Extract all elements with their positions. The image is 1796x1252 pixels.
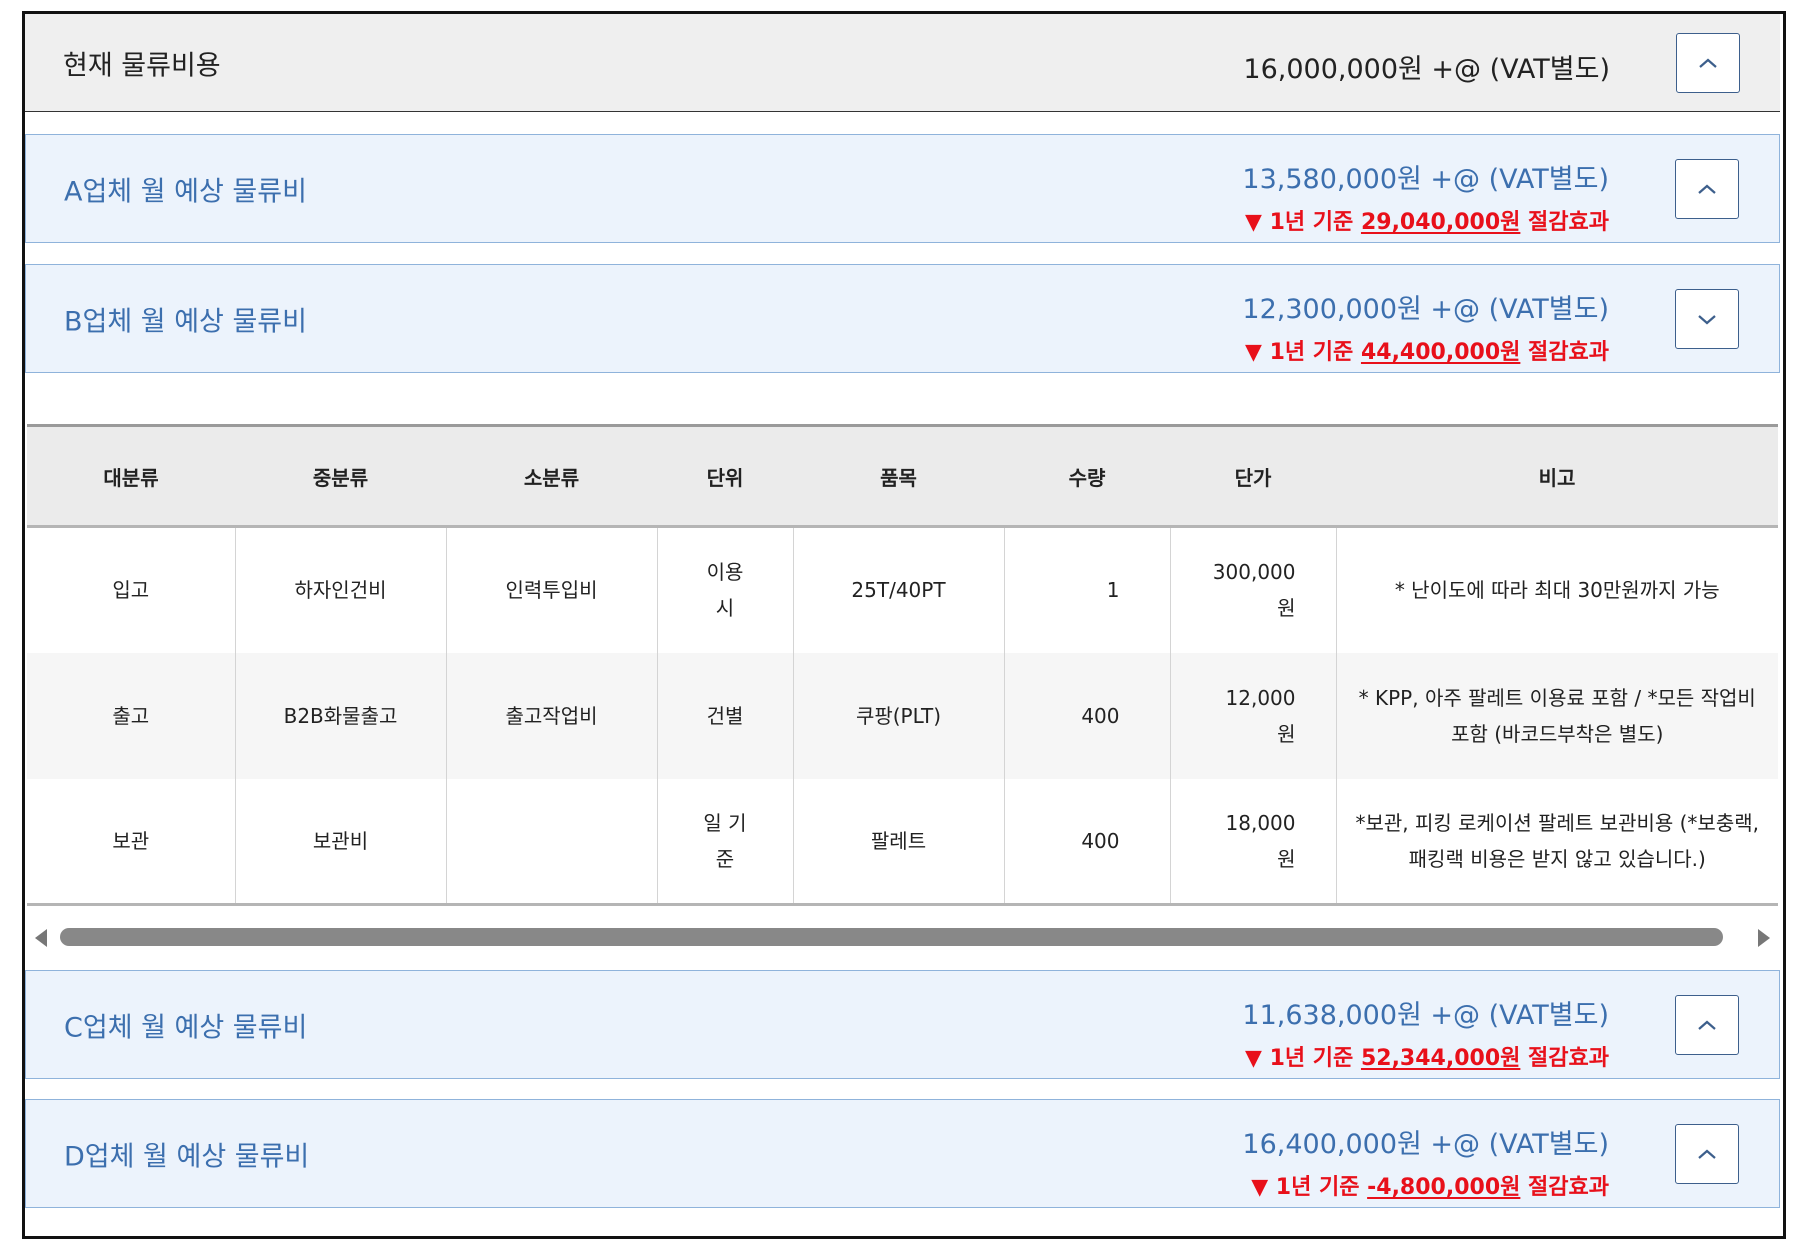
cell-major-category: 입고 — [27, 526, 236, 653]
column-header-major-category: 대분류 — [27, 425, 235, 528]
column-header-mid-category: 중분류 — [235, 425, 446, 528]
vendor-d-price: 16,400,000원 +@ (VAT별도) — [1242, 1129, 1609, 1160]
chevron-up-icon — [1699, 58, 1717, 68]
chevron-up-icon — [1698, 1020, 1716, 1030]
vendor-c-toggle-button[interactable] — [1675, 994, 1739, 1055]
cell-minor-category: 인력투입비 — [446, 526, 658, 653]
scroll-right-arrow-icon[interactable] — [1758, 929, 1770, 947]
chevron-up-icon — [1698, 184, 1716, 194]
column-header-item: 품목 — [793, 425, 1004, 528]
vendor-a-price-block: 13,580,000원 +@ (VAT별도) ▼ 1년 기준 29,040,00… — [1242, 157, 1609, 236]
cell-unit: 건별 — [657, 652, 794, 779]
vendor-b-toggle-button[interactable] — [1675, 288, 1739, 349]
vendor-c-title: C업체 월 예상 물류비 — [64, 1012, 308, 1043]
vendor-c-price-block: 11,638,000원 +@ (VAT별도) ▼ 1년 기준 52,344,00… — [1242, 993, 1609, 1072]
vendor-c-saving: ▼ 1년 기준 52,344,000원 절감효과 — [1242, 1040, 1609, 1072]
cell-unit: 이용시 — [657, 526, 794, 653]
vendor-d-toggle-button[interactable] — [1675, 1123, 1739, 1184]
vendor-d-panel[interactable]: D업체 월 예상 물류비 16,400,000원 +@ (VAT별도) ▼ 1년… — [25, 1099, 1780, 1208]
cell-minor-category: 출고작업비 — [446, 652, 658, 779]
saving-amount: 44,400,000원 — [1360, 340, 1521, 365]
saving-amount: -4,800,000원 — [1367, 1175, 1521, 1200]
cell-unit: 일 기준 — [657, 778, 794, 906]
cell-unit-price: 300,000원 — [1170, 526, 1337, 653]
table-row: 보관 보관비 일 기준 팔레트 400 18,000원 *보관, 피킹 로케이션… — [27, 778, 1778, 906]
vendor-d-title: D업체 월 예상 물류비 — [64, 1141, 310, 1172]
vendor-b-panel[interactable]: B업체 월 예상 물류비 12,300,000원 +@ (VAT별도) ▼ 1년… — [25, 264, 1780, 373]
cell-remarks: *보관, 피킹 로케이션 팔레트 보관비용 (*보충랙, 패킹랙 비용은 받지 … — [1336, 778, 1778, 906]
table-row: 출고 B2B화물출고 출고작업비 건별 쿠팡(PLT) 400 12,000원 … — [27, 652, 1778, 779]
saving-prefix: ▼ 1년 기준 — [1245, 1046, 1361, 1071]
current-cost-price: 16,000,000원 +@ (VAT별도) — [1243, 54, 1610, 85]
cell-remarks: * KPP, 아주 팔레트 이용료 포함 / *모든 작업비 포함 (바코드부착… — [1358, 685, 1756, 746]
cell-mid-category: B2B화물출고 — [235, 652, 447, 779]
cell-major-category: 보관 — [27, 778, 236, 906]
vendor-a-price: 13,580,000원 +@ (VAT별도) — [1242, 164, 1609, 195]
vendor-b-saving: ▼ 1년 기준 44,400,000원 절감효과 — [1242, 334, 1609, 366]
current-cost-toggle-button[interactable] — [1676, 32, 1740, 93]
saving-amount: 29,040,000원 — [1360, 210, 1521, 235]
current-cost-title: 현재 물류비용 — [63, 50, 221, 81]
current-cost-price-block: 16,000,000원 +@ (VAT별도) — [1243, 47, 1610, 86]
vendor-d-price-block: 16,400,000원 +@ (VAT별도) ▼ 1년 기준 -4,800,00… — [1242, 1122, 1609, 1201]
vendor-a-toggle-button[interactable] — [1675, 158, 1739, 219]
vendor-b-price: 12,300,000원 +@ (VAT별도) — [1242, 294, 1609, 325]
saving-suffix: 절감효과 — [1520, 1046, 1609, 1071]
saving-prefix: ▼ 1년 기준 — [1245, 210, 1361, 235]
vendor-b-detail-region: 대분류 중분류 소분류 단위 품목 수량 단가 비고 입고 하자인건비 인력투입… — [25, 424, 1780, 960]
cost-comparison-container: 현재 물류비용 16,000,000원 +@ (VAT별도) A업체 월 예상 … — [22, 11, 1786, 1239]
vendor-b-title: B업체 월 예상 물류비 — [64, 306, 307, 337]
current-cost-panel: 현재 물류비용 16,000,000원 +@ (VAT별도) — [25, 14, 1780, 112]
table-row: 입고 하자인건비 인력투입비 이용시 25T/40PT 1 300,000원 *… — [27, 526, 1778, 653]
vendor-c-panel[interactable]: C업체 월 예상 물류비 11,638,000원 +@ (VAT별도) ▼ 1년… — [25, 970, 1780, 1079]
cell-unit-price: 12,000원 — [1170, 652, 1337, 779]
cell-mid-category: 하자인건비 — [235, 526, 447, 653]
column-header-remarks: 비고 — [1336, 425, 1778, 528]
cell-quantity: 400 — [1004, 778, 1171, 906]
saving-suffix: 절감효과 — [1520, 210, 1609, 235]
vendor-a-panel[interactable]: A업체 월 예상 물류비 13,580,000원 +@ (VAT별도) ▼ 1년… — [25, 134, 1780, 243]
cell-quantity: 1 — [1004, 526, 1171, 653]
saving-amount: 52,344,000원 — [1360, 1046, 1521, 1071]
scroll-left-arrow-icon[interactable] — [35, 929, 47, 947]
cell-item: 팔레트 — [793, 778, 1005, 906]
saving-suffix: 절감효과 — [1520, 1175, 1609, 1200]
column-header-minor-category: 소분류 — [446, 425, 657, 528]
column-header-unit: 단위 — [657, 425, 793, 528]
cell-major-category: 출고 — [27, 652, 236, 779]
chevron-down-icon — [1698, 314, 1716, 324]
vendor-b-detail-table: 대분류 중분류 소분류 단위 품목 수량 단가 비고 입고 하자인건비 인력투입… — [27, 424, 1778, 906]
vendor-a-saving: ▼ 1년 기준 29,040,000원 절감효과 — [1242, 204, 1609, 236]
cell-mid-category: 보관비 — [235, 778, 447, 906]
vendor-b-price-block: 12,300,000원 +@ (VAT별도) ▼ 1년 기준 44,400,00… — [1242, 287, 1609, 366]
cell-minor-category — [446, 778, 658, 906]
cell-remarks: * 난이도에 따라 최대 30만원까지 가능 — [1394, 578, 1720, 603]
column-header-quantity: 수량 — [1004, 425, 1170, 528]
saving-prefix: ▼ 1년 기준 — [1251, 1175, 1368, 1200]
chevron-up-icon — [1698, 1149, 1716, 1159]
cell-item: 쿠팡(PLT) — [793, 652, 1005, 779]
table-header-row: 대분류 중분류 소분류 단위 품목 수량 단가 비고 — [27, 425, 1778, 528]
vendor-a-title: A업체 월 예상 물류비 — [64, 176, 307, 207]
cell-quantity: 400 — [1004, 652, 1171, 779]
saving-suffix: 절감효과 — [1520, 340, 1609, 365]
cell-unit-price: 18,000원 — [1170, 778, 1337, 906]
vendor-d-saving: ▼ 1년 기준 -4,800,000원 절감효과 — [1242, 1169, 1609, 1201]
column-header-unit-price: 단가 — [1170, 425, 1336, 528]
horizontal-scrollbar[interactable] — [27, 922, 1778, 952]
saving-prefix: ▼ 1년 기준 — [1245, 340, 1361, 365]
scrollbar-thumb[interactable] — [60, 928, 1723, 946]
vendor-c-price: 11,638,000원 +@ (VAT별도) — [1242, 1000, 1609, 1031]
cell-item: 25T/40PT — [793, 526, 1005, 653]
